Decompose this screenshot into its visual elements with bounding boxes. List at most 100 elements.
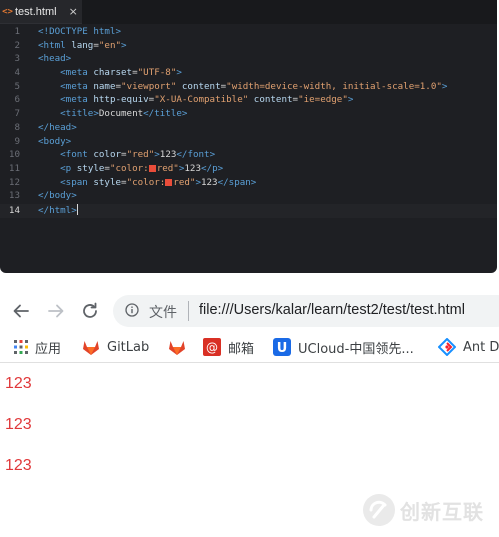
code-token: <html (38, 39, 72, 51)
code-line: 8 </head> (0, 122, 497, 136)
code-token: "viewport" (121, 80, 177, 92)
bookmark-apps[interactable]: 应用 (14, 338, 62, 357)
bookmark-label: UCloud-中国领先... (298, 341, 414, 357)
line-number: 4 (14, 67, 20, 79)
code-token: > (121, 39, 127, 51)
paragraph-output: 123 (5, 416, 32, 433)
code-token: </p> (201, 162, 224, 174)
code-token: > (115, 26, 122, 37)
text-cursor (76, 203, 78, 215)
code-line: 5 <meta name="viewport" content="width=d… (0, 81, 497, 95)
editor-tab[interactable]: <> test.html × (0, 0, 82, 24)
address-bar[interactable]: 文件 file:///Users/kalar/learn/test2/test/… (113, 295, 499, 327)
forward-button[interactable] (45, 300, 67, 322)
code-token: <meta (60, 94, 94, 106)
code-line: 3 <head> (0, 53, 497, 67)
code-token: </head> (38, 121, 77, 133)
watermark-logo-icon (363, 494, 395, 526)
code-token: http-equiv (93, 94, 149, 106)
code-line: 13 </body> (0, 190, 497, 204)
code-token: style (76, 162, 105, 174)
close-icon[interactable]: × (69, 5, 78, 18)
code-token: > (176, 67, 182, 79)
line-number: 11 (8, 162, 20, 174)
code-token: > (441, 80, 448, 92)
code-token: Document (98, 108, 144, 120)
bookmark-gitlab[interactable]: GitLab (82, 338, 149, 356)
code-line: 12 <span style="color: red">123</span> (0, 177, 497, 191)
code-token: lang (71, 39, 94, 51)
reload-icon (83, 302, 97, 318)
bookmark-ucloud[interactable]: U UCloud-中国领先... (273, 338, 414, 357)
code-token: <body> (38, 135, 72, 147)
watermark-text: 创新互联 (400, 499, 484, 524)
line-number: 12 (8, 176, 20, 188)
bookmark-label: 邮箱 (228, 341, 255, 357)
code-token: <p (60, 162, 77, 174)
browser-toolbar: 文件 file:///Users/kalar/learn/test2/test/… (0, 288, 499, 334)
bookmark-label: 应用 (35, 341, 62, 357)
code-token: "ie=edge" (298, 94, 348, 106)
code-area[interactable]: 1 <!DOCTYPE html> 2 <html lang="en"> 3 <hea… (0, 26, 497, 218)
line-number: 14 (8, 204, 20, 216)
code-token: <!DOCTYPE (38, 26, 94, 37)
code-token: "width=device-width, initial-scale=1.0" (226, 80, 442, 92)
url-scheme-label: 文件 (149, 305, 177, 321)
back-button[interactable] (10, 300, 32, 322)
code-token: <head> (38, 53, 72, 65)
bookmark-mail[interactable]: @ 邮箱 (203, 338, 255, 357)
code-token: "color: (126, 176, 166, 188)
ant-design-icon (438, 338, 456, 356)
code-line: 2 <html lang="en"> (0, 40, 497, 54)
tab-title: test.html (15, 5, 57, 18)
code-token: html (93, 26, 116, 37)
code-line: 1 <!DOCTYPE html> (0, 26, 497, 40)
code-line: 11 <p style="color: red">123</p> (0, 163, 497, 177)
line-number: 9 (14, 135, 20, 147)
bookmark-gitlab-2[interactable] (168, 338, 186, 356)
line-number: 13 (8, 190, 20, 202)
line-number: 1 (14, 26, 20, 37)
code-token: <meta (60, 67, 94, 79)
code-token: red" (173, 176, 196, 188)
reload-button[interactable] (79, 300, 101, 322)
span-output: 123 (5, 457, 32, 474)
code-token: color (93, 149, 122, 161)
code-token: "red" (126, 149, 155, 161)
info-icon[interactable] (125, 303, 139, 317)
bookmark-ant-design[interactable]: Ant D (438, 338, 499, 356)
code-token: </body> (38, 190, 77, 202)
code-token: 123 (200, 176, 218, 188)
gitlab-icon (169, 340, 185, 355)
code-line: 9 <body> (0, 136, 497, 150)
code-line: 4 <meta charset="UTF-8"> (0, 67, 497, 81)
url-text[interactable]: file:///Users/kalar/learn/test2/test/tes… (199, 302, 465, 318)
apps-grid-icon (14, 340, 28, 354)
code-token: /html> (43, 204, 77, 216)
line-number: 2 (14, 39, 20, 51)
code-token: "en" (98, 39, 122, 51)
line-number: 8 (14, 121, 20, 133)
mail-icon: @ (203, 338, 221, 356)
url-divider (188, 301, 189, 321)
code-token: "color: (109, 162, 149, 174)
code-token: style (93, 176, 122, 188)
code-token: <font (60, 149, 94, 161)
line-number: 7 (14, 108, 20, 120)
svg-text:@: @ (206, 341, 218, 355)
code-token: content (176, 80, 221, 92)
code-line: 7 <title>Document</title> (0, 108, 497, 122)
code-token: red" (156, 162, 179, 174)
bookmarks-bar: 应用 GitLab @ 邮箱 U UCloud-中国领先... Ant D (0, 332, 499, 363)
line-number: 3 (14, 53, 20, 65)
color-swatch-icon[interactable] (165, 178, 173, 186)
gitlab-icon (83, 340, 99, 355)
arrow-right-icon (48, 304, 64, 318)
code-token: content (248, 94, 293, 106)
code-token: </span> (217, 176, 257, 188)
watermark: 创新互联 (362, 490, 492, 530)
code-token: </title> (143, 108, 188, 120)
font-output: 123 (5, 375, 32, 392)
color-swatch-icon[interactable] (148, 164, 156, 172)
line-number: 10 (8, 149, 20, 161)
